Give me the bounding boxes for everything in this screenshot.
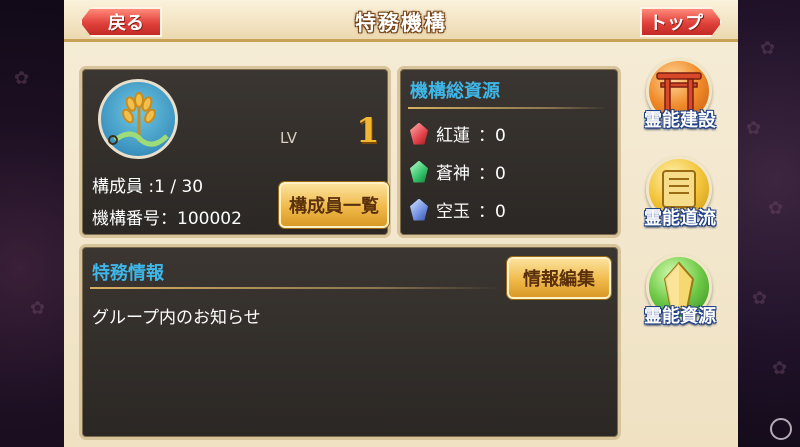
green-crystal-icon <box>410 160 428 183</box>
main-window: 戻る 特務機構 トップ LV 1 構成員 :1 / 30 機構番号：100002 <box>64 0 738 447</box>
blossom-decoration-icon: ✿ <box>746 118 762 139</box>
blossom-decoration-icon: ✿ <box>760 38 776 59</box>
menu-reinou-kensetsu[interactable]: 霊能建設 <box>632 58 728 142</box>
level-value: 1 <box>356 111 380 151</box>
info-panel: 特務情報 情報編集 グループ内のお知らせ <box>79 244 621 440</box>
menu-label: 霊能資源 <box>644 306 716 327</box>
level-label: LV <box>280 129 297 147</box>
menu-reinou-shigen[interactable]: 霊能資源 <box>632 254 728 338</box>
group-notice-text: グループ内のお知らせ <box>92 308 261 328</box>
info-title: 特務情報 <box>92 263 164 284</box>
resource-name: 空玉 <box>436 202 470 222</box>
organization-emblem-icon <box>98 79 178 159</box>
member-list-button[interactable]: 構成員一覧 <box>279 182 389 228</box>
blossom-decoration-icon: ✿ <box>772 358 788 379</box>
resources-title: 機構総資源 <box>410 81 500 102</box>
resource-name: 紅蓮 <box>436 126 470 146</box>
edit-info-button[interactable]: 情報編集 <box>507 257 611 299</box>
menu-label: 霊能建設 <box>644 110 716 131</box>
red-crystal-icon <box>410 122 428 145</box>
blossom-decoration-icon: ✿ <box>752 288 768 309</box>
resource-value: ：0 <box>478 126 506 146</box>
menu-label: 霊能道流 <box>644 208 716 229</box>
header-bar: 戻る 特務機構 トップ <box>64 0 738 42</box>
resource-row-kuugyoku: 空玉 ：0 <box>410 197 506 222</box>
resource-value: ：0 <box>478 164 506 184</box>
menu-reinou-douryuu[interactable]: 霊能道流 <box>632 156 728 240</box>
right-background: ✿ ✿ ✿ ✿ ✿ <box>738 0 800 447</box>
left-background: ✿ ✿ <box>0 0 64 447</box>
organization-panel: LV 1 構成員 :1 / 30 機構番号：100002 構成員一覧 <box>79 66 391 238</box>
blue-crystal-icon <box>410 198 428 221</box>
members-count: 構成員 :1 / 30 <box>92 177 204 197</box>
organization-number: 機構番号：100002 <box>92 209 242 229</box>
resource-name: 蒼神 <box>436 164 470 184</box>
watermark-logo-icon <box>770 418 792 440</box>
page-title: 特務機構 <box>355 11 447 35</box>
top-button[interactable]: トップ <box>640 7 722 37</box>
resource-row-guren: 紅蓮 ：0 <box>410 121 506 146</box>
resource-value: ：0 <box>478 202 506 222</box>
blossom-decoration-icon: ✿ <box>30 298 46 319</box>
blossom-decoration-icon: ✿ <box>14 68 30 89</box>
divider <box>408 107 608 109</box>
divider <box>90 287 500 289</box>
resource-row-soushin: 蒼神 ：0 <box>410 159 506 184</box>
resources-panel: 機構総資源 紅蓮 ：0 蒼神 ：0 空玉 ：0 <box>397 66 621 238</box>
blossom-decoration-icon: ✿ <box>768 198 784 219</box>
